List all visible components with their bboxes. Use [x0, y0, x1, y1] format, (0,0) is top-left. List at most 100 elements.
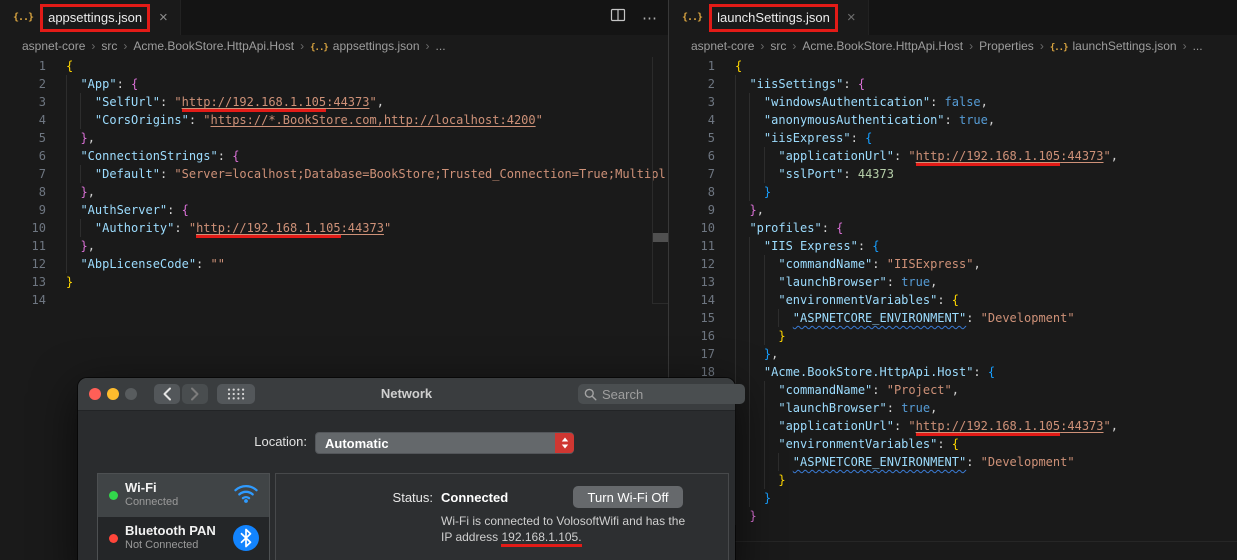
- status-dot: [109, 534, 118, 543]
- turn-wifi-off-button[interactable]: Turn Wi-Fi Off: [573, 486, 683, 508]
- code-line[interactable]: 10 "Authority": "http://192.168.1.105:44…: [0, 219, 668, 238]
- code-line[interactable]: 9 "AuthServer": {: [0, 201, 668, 219]
- code-line[interactable]: 2 "App": {: [0, 75, 668, 93]
- code-line[interactable]: 1{: [0, 57, 668, 75]
- code-line[interactable]: 13}: [0, 273, 668, 291]
- code-line[interactable]: 12 "AbpLicenseCode": "": [0, 255, 668, 273]
- breadcrumb-item[interactable]: Acme.BookStore.HttpApi.Host: [133, 39, 294, 53]
- service-wi-fi[interactable]: Wi-Fi Connected: [98, 474, 269, 517]
- breadcrumb-item[interactable]: Acme.BookStore.HttpApi.Host: [802, 39, 963, 53]
- location-dropdown[interactable]: Automatic: [315, 432, 574, 454]
- breadcrumb[interactable]: aspnet-core › src › Acme.BookStore.HttpApi.H…: [0, 35, 668, 57]
- code-line[interactable]: 6 "applicationUrl": "http://192.168.1.10…: [669, 147, 1237, 166]
- code-token: ,: [987, 113, 996, 127]
- indent-guide: [763, 291, 765, 309]
- code-token: "Server=localhost;Database=BookStore;Tru…: [174, 167, 666, 181]
- breadcrumb-item[interactable]: aspnet-core: [22, 39, 85, 53]
- breadcrumb-item[interactable]: ...: [1193, 39, 1203, 53]
- code-line[interactable]: 15 "ASPNETCORE_ENVIRONMENT": "Developmen…: [669, 309, 1237, 327]
- indent-guide: [66, 111, 67, 129]
- code-line[interactable]: 22 "environmentVariables": {: [669, 435, 1237, 453]
- code-line[interactable]: 5 },: [0, 129, 668, 147]
- code-line[interactable]: 21 "applicationUrl": "http://192.168.1.1…: [669, 417, 1237, 436]
- code-token: "Acme.BookStore.HttpApi.Host": [763, 365, 974, 379]
- indent-guide: [763, 273, 765, 291]
- more-actions-icon[interactable]: ⋯: [642, 9, 658, 27]
- code-line[interactable]: 8 }: [669, 183, 1237, 201]
- line-number: 7: [38, 167, 46, 181]
- close-tab-icon[interactable]: ×: [159, 10, 168, 25]
- code-line[interactable]: 20 "launchBrowser": true,: [669, 399, 1237, 417]
- breadcrumb-item[interactable]: src: [101, 39, 117, 53]
- indent-guide: [763, 309, 765, 327]
- code-line[interactable]: 3 "SelfUrl": "http://192.168.1.105:44373…: [0, 93, 668, 112]
- code-line[interactable]: 11 },: [0, 237, 668, 255]
- breadcrumb-item[interactable]: src: [770, 39, 786, 53]
- code-line[interactable]: 14: [0, 291, 668, 309]
- code-line[interactable]: 17 },: [669, 345, 1237, 363]
- code-line[interactable]: 19 "commandName": "Project",: [669, 381, 1237, 399]
- code-line[interactable]: 10 "profiles": {: [669, 219, 1237, 237]
- indent-guide: [778, 453, 780, 471]
- code-line[interactable]: 7 "Default": "Server=localhost;Database=…: [0, 165, 668, 183]
- code-line[interactable]: 23 "ASPNETCORE_ENVIRONMENT": "Developmen…: [669, 453, 1237, 471]
- breadcrumb-item[interactable]: aspnet-core: [691, 39, 754, 53]
- code-token: "applicationUrl": [778, 419, 894, 433]
- code-line[interactable]: 11 "IIS Express": {: [669, 237, 1237, 255]
- close-tab-icon[interactable]: ×: [847, 10, 856, 25]
- code-token: ,: [973, 257, 981, 271]
- breadcrumb[interactable]: aspnet-core › src › Acme.BookStore.HttpApi.H…: [669, 35, 1237, 57]
- code-line[interactable]: 16 }: [669, 327, 1237, 345]
- indent-guide: [735, 75, 736, 93]
- split-editor-icon[interactable]: [610, 7, 626, 28]
- code-token: {: [857, 77, 866, 91]
- code-editor-launchsettings[interactable]: 1{2 "iisSettings": {3 "windowsAuthentica…: [669, 57, 1237, 560]
- service-bluetooth-pan[interactable]: Bluetooth PAN Not Connected: [98, 517, 269, 560]
- code-line[interactable]: 1{: [669, 57, 1237, 75]
- breadcrumb-item[interactable]: {..} appsettings.json: [310, 39, 419, 53]
- code-line[interactable]: 4 "anonymousAuthentication": true,: [669, 111, 1237, 129]
- indent-guide: [749, 255, 751, 273]
- code-line[interactable]: 26 }: [669, 507, 1237, 525]
- code-line[interactable]: 5 "iisExpress": {: [669, 129, 1237, 147]
- service-status: Not Connected: [125, 539, 199, 551]
- code-token: "environmentVariables": [778, 437, 938, 451]
- code-line[interactable]: 4 "CorsOrigins": "https://*.BookStore.co…: [0, 111, 668, 129]
- breadcrumb-item[interactable]: Properties: [979, 39, 1034, 53]
- tab-launchsettings[interactable]: {..} launchSettings.json ×: [669, 0, 869, 35]
- code-line[interactable]: 18 "Acme.BookStore.HttpApi.Host": {: [669, 363, 1237, 381]
- indent-guide: [66, 183, 67, 201]
- line-number: 8: [707, 185, 715, 199]
- code-line[interactable]: 9 },: [669, 201, 1237, 219]
- code-line[interactable]: 12 "commandName": "IISExpress",: [669, 255, 1237, 273]
- location-value: Automatic: [325, 435, 389, 451]
- line-number: 2: [707, 77, 715, 91]
- code-line[interactable]: 13 "launchBrowser": true,: [669, 273, 1237, 291]
- code-line[interactable]: 25 }: [669, 489, 1237, 507]
- indent-guide: [66, 129, 67, 147]
- tab-appsettings[interactable]: {..} appsettings.json ×: [0, 0, 181, 35]
- indent-guide: [763, 147, 765, 165]
- search-input[interactable]: Search: [578, 384, 745, 404]
- code-token: }: [80, 239, 88, 253]
- code-line[interactable]: 3 "windowsAuthentication": false,: [669, 93, 1237, 111]
- breadcrumb-item[interactable]: {..} launchSettings.json: [1050, 39, 1177, 53]
- code-token: }: [778, 473, 786, 487]
- line-number: 4: [707, 113, 715, 127]
- code-token: true: [958, 113, 988, 127]
- code-line[interactable]: 6 "ConnectionStrings": {: [0, 147, 668, 165]
- code-line[interactable]: 2 "iisSettings": {: [669, 75, 1237, 93]
- code-line[interactable]: 14 "environmentVariables": {: [669, 291, 1237, 309]
- breadcrumb-item[interactable]: ...: [436, 39, 446, 53]
- code-line[interactable]: 7 "sslPort": 44373: [669, 165, 1237, 183]
- code-line[interactable]: 24 }: [669, 471, 1237, 489]
- line-number: 5: [707, 131, 715, 145]
- scrollbar[interactable]: [652, 57, 668, 304]
- code-line[interactable]: 8 },: [0, 183, 668, 201]
- scrollbar-thumb[interactable]: [653, 233, 668, 242]
- code-token: "App": [80, 77, 117, 91]
- window-titlebar[interactable]: Network Search: [78, 378, 745, 411]
